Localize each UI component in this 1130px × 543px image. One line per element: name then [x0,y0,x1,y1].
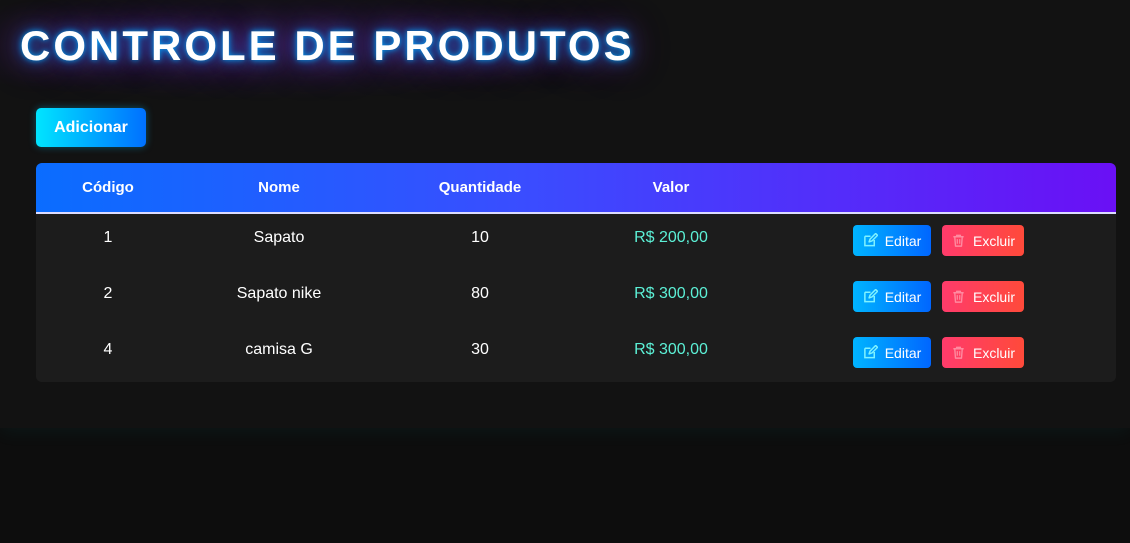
cell-codigo: 4 [103,341,113,358]
table-header: Código Nome Quantidade Valor [36,163,1116,214]
cell-codigo: 2 [103,285,113,302]
cell-codigo: 1 [103,229,113,246]
column-header-nome: Nome [258,179,300,196]
add-product-button[interactable]: Adicionar [36,108,146,147]
edit-label: Editar [884,344,922,361]
table-row: 4 camisa G 30 R$ 300,00 Editar Excluir [36,326,1116,382]
cell-quantidade: 10 [471,229,489,246]
column-header-quantidade: Quantidade [438,179,522,196]
edit-label: Editar [884,232,922,249]
page-title: CONTROLE DE PRODUTOS [20,22,635,69]
edit-icon [863,233,878,248]
trash-icon [951,233,966,248]
cell-valor: R$ 200,00 [634,229,708,246]
cell-nome: Sapato [253,229,305,246]
cell-valor: R$ 300,00 [634,341,708,358]
edit-icon [863,345,878,360]
delete-button[interactable]: Excluir [942,225,1024,256]
cell-nome: camisa G [245,341,313,358]
delete-label: Excluir [972,344,1015,361]
delete-button[interactable]: Excluir [942,281,1024,312]
edit-button[interactable]: Editar [853,281,931,312]
trash-icon [951,289,966,304]
table-row: 2 Sapato nike 80 R$ 300,00 Editar Exclui… [36,270,1116,327]
edit-button[interactable]: Editar [853,337,931,368]
column-header-codigo: Código [82,179,134,196]
table-row: 1 Sapato 10 R$ 200,00 Editar Excluir [36,214,1116,271]
cell-quantidade: 80 [471,285,489,302]
delete-button[interactable]: Excluir [942,337,1024,368]
edit-button[interactable]: Editar [853,225,931,256]
delete-label: Excluir [972,232,1015,249]
products-table: Código Nome Quantidade Valor 1 Sapato 10… [36,163,1116,382]
edit-label: Editar [884,288,922,305]
trash-icon [951,345,966,360]
cell-valor: R$ 300,00 [634,285,708,302]
edit-icon [863,289,878,304]
column-header-valor: Valor [652,179,690,196]
cell-nome: Sapato nike [236,285,322,302]
delete-label: Excluir [972,288,1015,305]
main-panel: CONTROLE DE PRODUTOS Adicionar Código No… [0,0,1130,428]
cell-quantidade: 30 [471,341,489,358]
